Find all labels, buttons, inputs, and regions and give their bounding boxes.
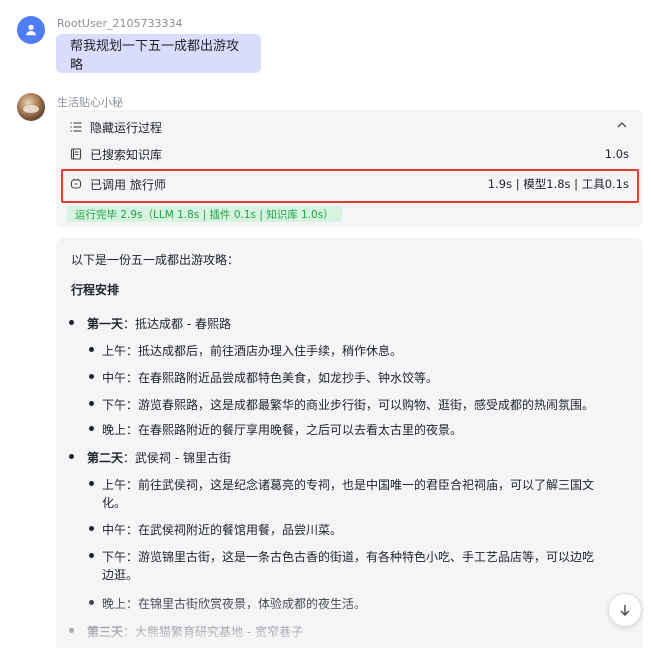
run-summary-badge: 运行完毕 2.9s（LLM 1.8s | 插件 0.1s | 知识库 1.0s） xyxy=(67,206,342,222)
scroll-to-bottom-button[interactable] xyxy=(608,593,642,627)
toggle-process-button[interactable]: 隐藏运行过程 xyxy=(70,118,162,136)
process-step-time: 1.0s xyxy=(604,147,629,161)
process-step-label: 已搜索知识库 xyxy=(90,147,163,162)
day-title: 第二天 xyxy=(87,451,124,465)
day-title-row: 第一天：抵达成都 - 春熙路 xyxy=(87,315,231,332)
list-item: 上午：前往武侯祠，这是纪念诸葛亮的专祠，也是中国唯一的君臣合祀祠庙，可以了解三国… xyxy=(102,478,595,492)
list-item: 下午：游览锦里古街，这是一条古色古香的街道，有各种特色小吃、手工艺品店等，可以边… xyxy=(102,550,595,564)
user-avatar xyxy=(17,16,45,44)
bullet-dot xyxy=(89,481,94,486)
user-message-bubble: 帮我规划一下五一成都出游攻略 xyxy=(56,34,261,73)
user-name: RootUser_2105733334 xyxy=(57,17,183,30)
day-place: ：大熊猫繁育研究基地 - 宽窄巷子 xyxy=(123,625,303,639)
user-icon xyxy=(26,24,36,36)
list-item-continued: 化。 xyxy=(102,496,127,510)
list-item: 中午：在武侯祠附近的餐馆用餐，品尝川菜。 xyxy=(102,523,343,537)
answer-intro: 以下是一份五一成都出游攻略： xyxy=(71,253,240,267)
arrow-down-icon xyxy=(620,605,630,616)
highlight-box xyxy=(61,169,639,203)
day-place: ：抵达成都 - 春熙路 xyxy=(123,317,231,331)
list-item: 中午：在春熙路附近品尝成都特色美食，如龙抄手、钟水饺等。 xyxy=(102,371,439,385)
bullet-dot xyxy=(89,553,94,558)
bullet-dot xyxy=(89,426,94,431)
bullet-dot xyxy=(89,401,94,406)
list-item: 晚上：在锦里古街欣赏夜景，体验成都的夜生活。 xyxy=(102,597,367,611)
list-item-continued: 边逛。 xyxy=(102,568,139,582)
bullet-dot xyxy=(89,347,94,352)
day-title: 第一天 xyxy=(87,317,124,331)
list-item: 晚上：在春熙路附近的餐厅享用晚餐，之后可以去看太古里的夜景。 xyxy=(102,423,463,437)
process-step-knowledge: 已搜索知识库 1.0s xyxy=(70,145,629,163)
bullet-dot xyxy=(69,454,74,459)
chevron-up-icon[interactable] xyxy=(615,118,629,132)
day-title: 第三天 xyxy=(87,625,124,639)
section-heading: 行程安排 xyxy=(71,283,120,297)
list-item: 下午：游览春熙路，这是成都最繁华的商业步行街，可以购物、逛街，感受成都的热闹氛围… xyxy=(102,398,595,412)
bullet-dot xyxy=(89,374,94,379)
list-item: 上午：抵达成都后，前往酒店办理入住手续，稍作休息。 xyxy=(102,344,403,358)
bullet-dot xyxy=(89,526,94,531)
bot-name: 生活贴心小秘 xyxy=(57,96,123,109)
bullet-dot xyxy=(69,320,74,325)
day-title-row: 第二天：武侯祠 - 锦里古街 xyxy=(87,449,231,466)
list-icon xyxy=(70,122,82,132)
bullet-dot xyxy=(89,600,94,605)
answer-content: 以下是一份五一成都出游攻略： 行程安排 第一天：抵达成都 - 春熙路 上午：抵达… xyxy=(56,238,643,648)
day-place: ：武侯祠 - 锦里古街 xyxy=(123,451,231,465)
bullet-dot xyxy=(69,628,74,633)
day-title-row: 第三天：大熊猫繁育研究基地 - 宽窄巷子 xyxy=(87,623,303,640)
bot-avatar xyxy=(17,93,45,121)
toggle-process-label: 隐藏运行过程 xyxy=(90,120,163,135)
knowledge-base-icon xyxy=(70,148,82,160)
